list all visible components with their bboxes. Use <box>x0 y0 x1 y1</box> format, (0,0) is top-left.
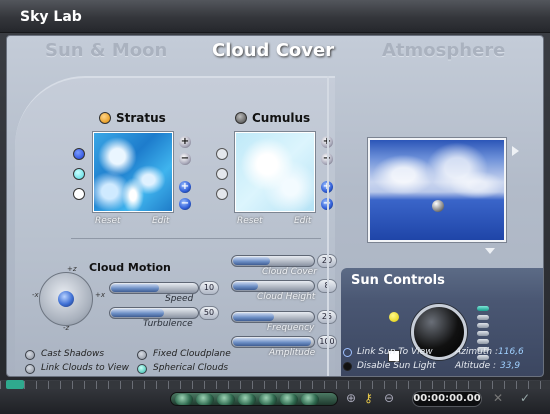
stratus-label: Stratus <box>116 111 166 125</box>
sun-color-dot[interactable] <box>389 312 399 322</box>
frequency-slider[interactable] <box>231 311 315 323</box>
cloud-cover-slider-fill <box>233 257 270 265</box>
tab-atmosphere[interactable]: Atmosphere <box>382 40 505 61</box>
preview-menu-arrow-icon[interactable] <box>485 248 495 254</box>
stratus-reset-button[interactable]: Reset <box>95 216 121 226</box>
speed-slider-fill <box>111 284 160 292</box>
amplitude-slider[interactable] <box>231 336 315 348</box>
disable-sun-light-label: Disable Sun Light <box>357 361 436 371</box>
stratus-edit-button[interactable]: Edit <box>152 216 169 226</box>
amplitude-label: Amplitude <box>269 348 316 358</box>
stratus-color-cyan[interactable] <box>73 168 85 180</box>
stratus-texture-preview[interactable] <box>93 132 173 212</box>
tab-sun-moon[interactable]: Sun & Moon <box>45 40 167 61</box>
cloud-cover-label: Cloud Cover <box>262 267 317 277</box>
cloud-height-slider[interactable] <box>231 280 315 292</box>
stratus-zoom-in-button[interactable]: + <box>179 136 191 148</box>
sky-preview-panel: Sun Controls <box>335 76 543 376</box>
frequency-label: Frequency <box>267 323 315 333</box>
turbulence-slider-fill <box>111 309 164 317</box>
speed-label: Speed <box>165 294 194 304</box>
preview-next-arrow-icon[interactable] <box>512 146 519 156</box>
sun-controls-title: Sun Controls <box>351 273 445 288</box>
link-sun-label: Link Sun To View <box>357 347 433 357</box>
spherical-clouds-label: Spherical Clouds <box>153 363 229 373</box>
divider <box>71 238 321 239</box>
link-sun-checkbox[interactable] <box>343 348 352 357</box>
sky-preview[interactable] <box>368 138 506 242</box>
altitude-value: 33,9 <box>500 361 521 371</box>
stop-button[interactable] <box>238 394 256 405</box>
speed-value: 10 <box>199 281 219 295</box>
time-display: 00:00:00.00 <box>412 391 482 407</box>
cloud-settings-panel: Stratus + − + − Reset Edit Cumulus + − +… <box>15 76 337 376</box>
cancel-icon[interactable]: ✕ <box>493 391 503 405</box>
cloud-motion-title: Cloud Motion <box>89 261 171 274</box>
stratus-add-button[interactable]: + <box>179 181 191 193</box>
play-button[interactable] <box>259 394 277 405</box>
turbulence-value: 50 <box>199 306 219 320</box>
turbulence-label: Turbulence <box>143 319 193 329</box>
cloud-cover-slider[interactable] <box>231 255 315 267</box>
prev-frame-button[interactable] <box>217 394 235 405</box>
cumulus-label: Cumulus <box>252 111 311 125</box>
window-title: Sky Lab <box>20 9 82 25</box>
spherical-clouds-checkbox[interactable] <box>137 364 147 374</box>
cumulus-texture-preview[interactable] <box>235 132 315 212</box>
stratus-color-white[interactable] <box>73 188 85 200</box>
cloud-height-slider-fill <box>233 282 258 290</box>
sun-level-notch-2[interactable] <box>477 315 489 320</box>
sun-level-notch-4[interactable] <box>477 331 489 336</box>
step-forward-button[interactable] <box>301 394 319 405</box>
cast-shadows-label: Cast Shadows <box>41 349 105 359</box>
playback-controls <box>170 392 338 406</box>
sun-level-notch-3[interactable] <box>477 323 489 328</box>
confirm-icon[interactable]: ✓ <box>520 391 530 405</box>
joystick-knob[interactable] <box>58 291 74 307</box>
cast-shadows-checkbox[interactable] <box>25 350 35 360</box>
remove-keyframe-icon[interactable]: ⊖ <box>384 391 394 405</box>
cumulus-reset-button[interactable]: Reset <box>237 216 263 226</box>
rewind-start-button[interactable] <box>175 394 193 405</box>
add-keyframe-icon[interactable]: ⊕ <box>346 391 356 405</box>
amplitude-slider-fill <box>233 338 311 346</box>
speed-slider[interactable] <box>109 282 199 294</box>
link-clouds-checkbox[interactable] <box>25 364 35 374</box>
cumulus-select-radio[interactable] <box>235 112 247 124</box>
sun-level-notch-1[interactable] <box>477 306 489 311</box>
fixed-cloudplane-label: Fixed Cloudplane <box>153 349 231 359</box>
altitude-label: Altitude : <box>455 361 497 371</box>
sky-lab-window: Sky Lab Sun & Moon Cloud Cover Atmospher… <box>0 0 550 414</box>
stratus-color-blue[interactable] <box>73 148 85 160</box>
cloud-direction-joystick[interactable] <box>39 272 93 326</box>
preview-sun[interactable] <box>432 200 444 212</box>
axis-plus-x: +x <box>95 291 106 299</box>
frequency-slider-fill <box>233 313 274 321</box>
cumulus-edit-button[interactable]: Edit <box>294 216 311 226</box>
key-icon[interactable]: ⚷ <box>364 391 373 405</box>
link-clouds-label: Link Clouds to View <box>41 363 130 373</box>
timeline-track[interactable] <box>0 381 550 389</box>
axis-minus-x: -x <box>32 291 39 299</box>
fixed-cloudplane-checkbox[interactable] <box>137 350 147 360</box>
cloud-height-label: Cloud Height <box>257 292 316 302</box>
stratus-zoom-out-button[interactable]: − <box>179 153 191 165</box>
preview-clouds <box>370 140 504 240</box>
title-bar: Sky Lab <box>0 0 550 33</box>
turbulence-slider[interactable] <box>109 307 199 319</box>
stratus-select-radio[interactable] <box>99 112 111 124</box>
cumulus-color-1[interactable] <box>216 148 228 160</box>
cumulus-color-2[interactable] <box>216 168 228 180</box>
disable-sun-light-checkbox[interactable] <box>343 362 352 371</box>
step-back-button[interactable] <box>196 394 214 405</box>
main-panel: Sun & Moon Cloud Cover Atmosphere Stratu… <box>6 35 544 377</box>
azimuth-label: Azimuth : <box>455 347 498 357</box>
tab-cloud-cover[interactable]: Cloud Cover <box>212 40 334 61</box>
azimuth-value: 116,6 <box>498 347 524 357</box>
next-frame-button[interactable] <box>280 394 298 405</box>
cumulus-color-3[interactable] <box>216 188 228 200</box>
sun-level-notch-5[interactable] <box>477 339 489 344</box>
timeline-marker[interactable] <box>6 380 24 389</box>
stratus-remove-button[interactable]: − <box>179 198 191 210</box>
